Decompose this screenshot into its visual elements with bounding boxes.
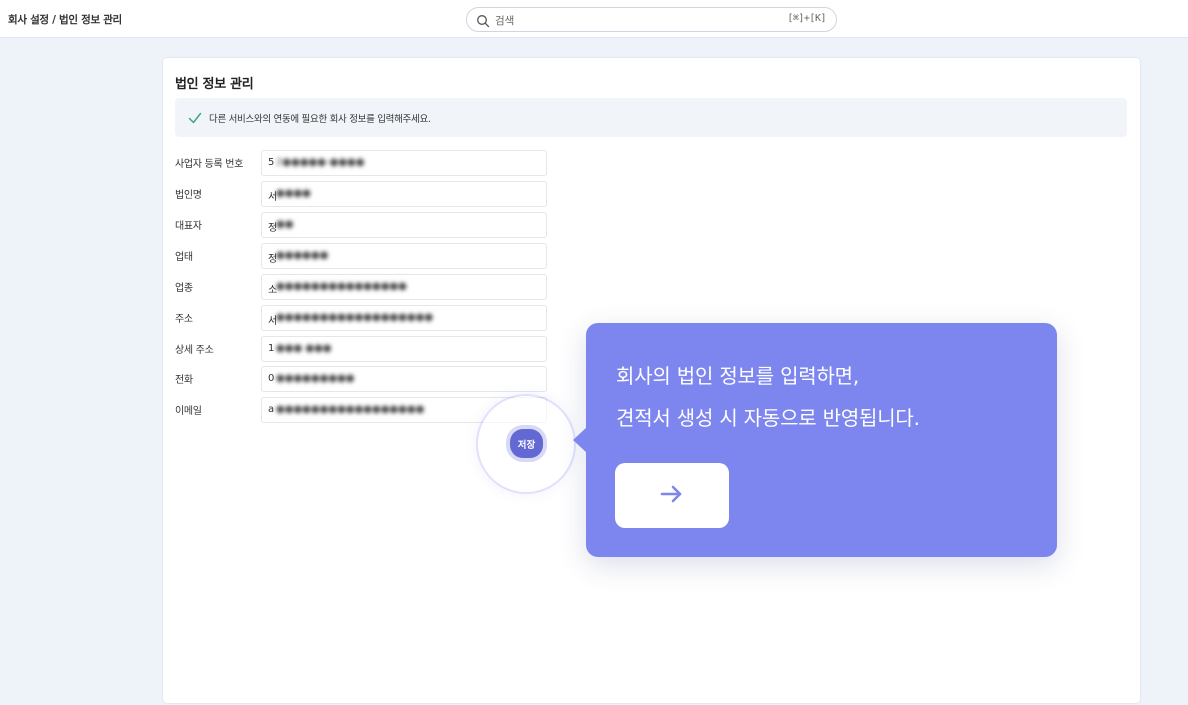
- save-button[interactable]: 저장: [510, 429, 543, 458]
- field-value-obscured: ●●: [276, 219, 294, 230]
- field-value-obscured: 2●●●●●-●●●●: [276, 157, 365, 168]
- field-label: 전화: [175, 375, 193, 386]
- field-label: 사업자 등록 번호: [175, 159, 244, 170]
- check-icon: [188, 110, 202, 124]
- field-label: 주소: [175, 314, 193, 325]
- tooltip-arrow: [573, 427, 587, 453]
- representative-input[interactable]: 정 ●●: [261, 212, 547, 238]
- info-notice: 다른 서비스와의 연동에 필요한 회사 정보를 입력해주세요.: [175, 98, 1127, 137]
- search-input[interactable]: 검색: [495, 13, 514, 28]
- address-input[interactable]: 서 ●●●●●●●●●●●●●●●●●●: [261, 305, 547, 331]
- business-type-input[interactable]: 정 ●●●●●●: [261, 243, 547, 269]
- search-box[interactable]: 검색 [⌘]+[K]: [466, 7, 837, 32]
- field-row-address-detail: 상세 주소 1 ●●● ●●●: [175, 336, 547, 362]
- field-value-obscured: ●●●●●●●●●●●●●●●●●●: [276, 312, 434, 323]
- company-name-input[interactable]: 서 ●●●●: [261, 181, 547, 207]
- field-value-obscured: ●●●●●●●●●: [276, 373, 355, 384]
- arrow-right-icon: [659, 484, 685, 508]
- field-row-phone: 전화 0 ●●●●●●●●●: [175, 366, 547, 392]
- field-value-obscured: ●●● ●●●: [276, 343, 332, 354]
- notice-text: 다른 서비스와의 연동에 필요한 회사 정보를 입력해주세요.: [209, 114, 431, 125]
- field-value-visible: 5: [268, 157, 275, 168]
- field-row-business-item: 업종 소 ●●●●●●●●●●●●●●●: [175, 274, 547, 300]
- top-bar: 회사 설정 / 법인 정보 관리 검색 [⌘]+[K]: [0, 0, 1188, 38]
- field-row-business-number: 사업자 등록 번호 5 2●●●●●-●●●●: [175, 150, 547, 176]
- field-value-obscured: ●●●●: [276, 188, 311, 199]
- field-label: 이메일: [175, 406, 202, 417]
- field-value-visible: 1: [268, 343, 275, 354]
- field-label: 업태: [175, 252, 193, 263]
- field-row-representative: 대표자 정 ●●: [175, 212, 547, 238]
- tooltip-text-line-1: 회사의 법인 정보를 입력하면,: [616, 364, 860, 388]
- field-value-obscured: ●●●●●●●●●●●●●●●●●: [276, 404, 425, 415]
- address-detail-input[interactable]: 1 ●●● ●●●: [261, 336, 547, 362]
- tooltip-next-button[interactable]: [615, 463, 729, 528]
- breadcrumb: 회사 설정 / 법인 정보 관리: [8, 14, 122, 26]
- page-title: 법인 정보 관리: [175, 77, 254, 92]
- field-value-visible: 0: [268, 373, 275, 384]
- business-item-input[interactable]: 소 ●●●●●●●●●●●●●●●: [261, 274, 547, 300]
- search-icon: [476, 13, 490, 28]
- search-shortcut-hint: [⌘]+[K]: [787, 13, 826, 24]
- field-value-obscured: ●●●●●●: [276, 250, 329, 261]
- field-label: 대표자: [175, 221, 202, 232]
- field-label: 업종: [175, 283, 193, 294]
- field-row-address: 주소 서 ●●●●●●●●●●●●●●●●●●: [175, 305, 547, 331]
- field-row-company-name: 법인명 서 ●●●●: [175, 181, 547, 207]
- field-label: 상세 주소: [175, 345, 214, 356]
- field-value-obscured: ●●●●●●●●●●●●●●●: [276, 281, 407, 292]
- phone-input[interactable]: 0 ●●●●●●●●●: [261, 366, 547, 392]
- business-number-input[interactable]: 5 2●●●●●-●●●●: [261, 150, 547, 176]
- field-label: 법인명: [175, 190, 202, 201]
- tooltip-text-line-2: 견적서 생성 시 자동으로 반영됩니다.: [616, 406, 920, 430]
- field-value-visible: a: [268, 404, 275, 415]
- field-row-business-type: 업태 정 ●●●●●●: [175, 243, 547, 269]
- onboarding-tooltip: 회사의 법인 정보를 입력하면, 견적서 생성 시 자동으로 반영됩니다.: [573, 323, 1057, 557]
